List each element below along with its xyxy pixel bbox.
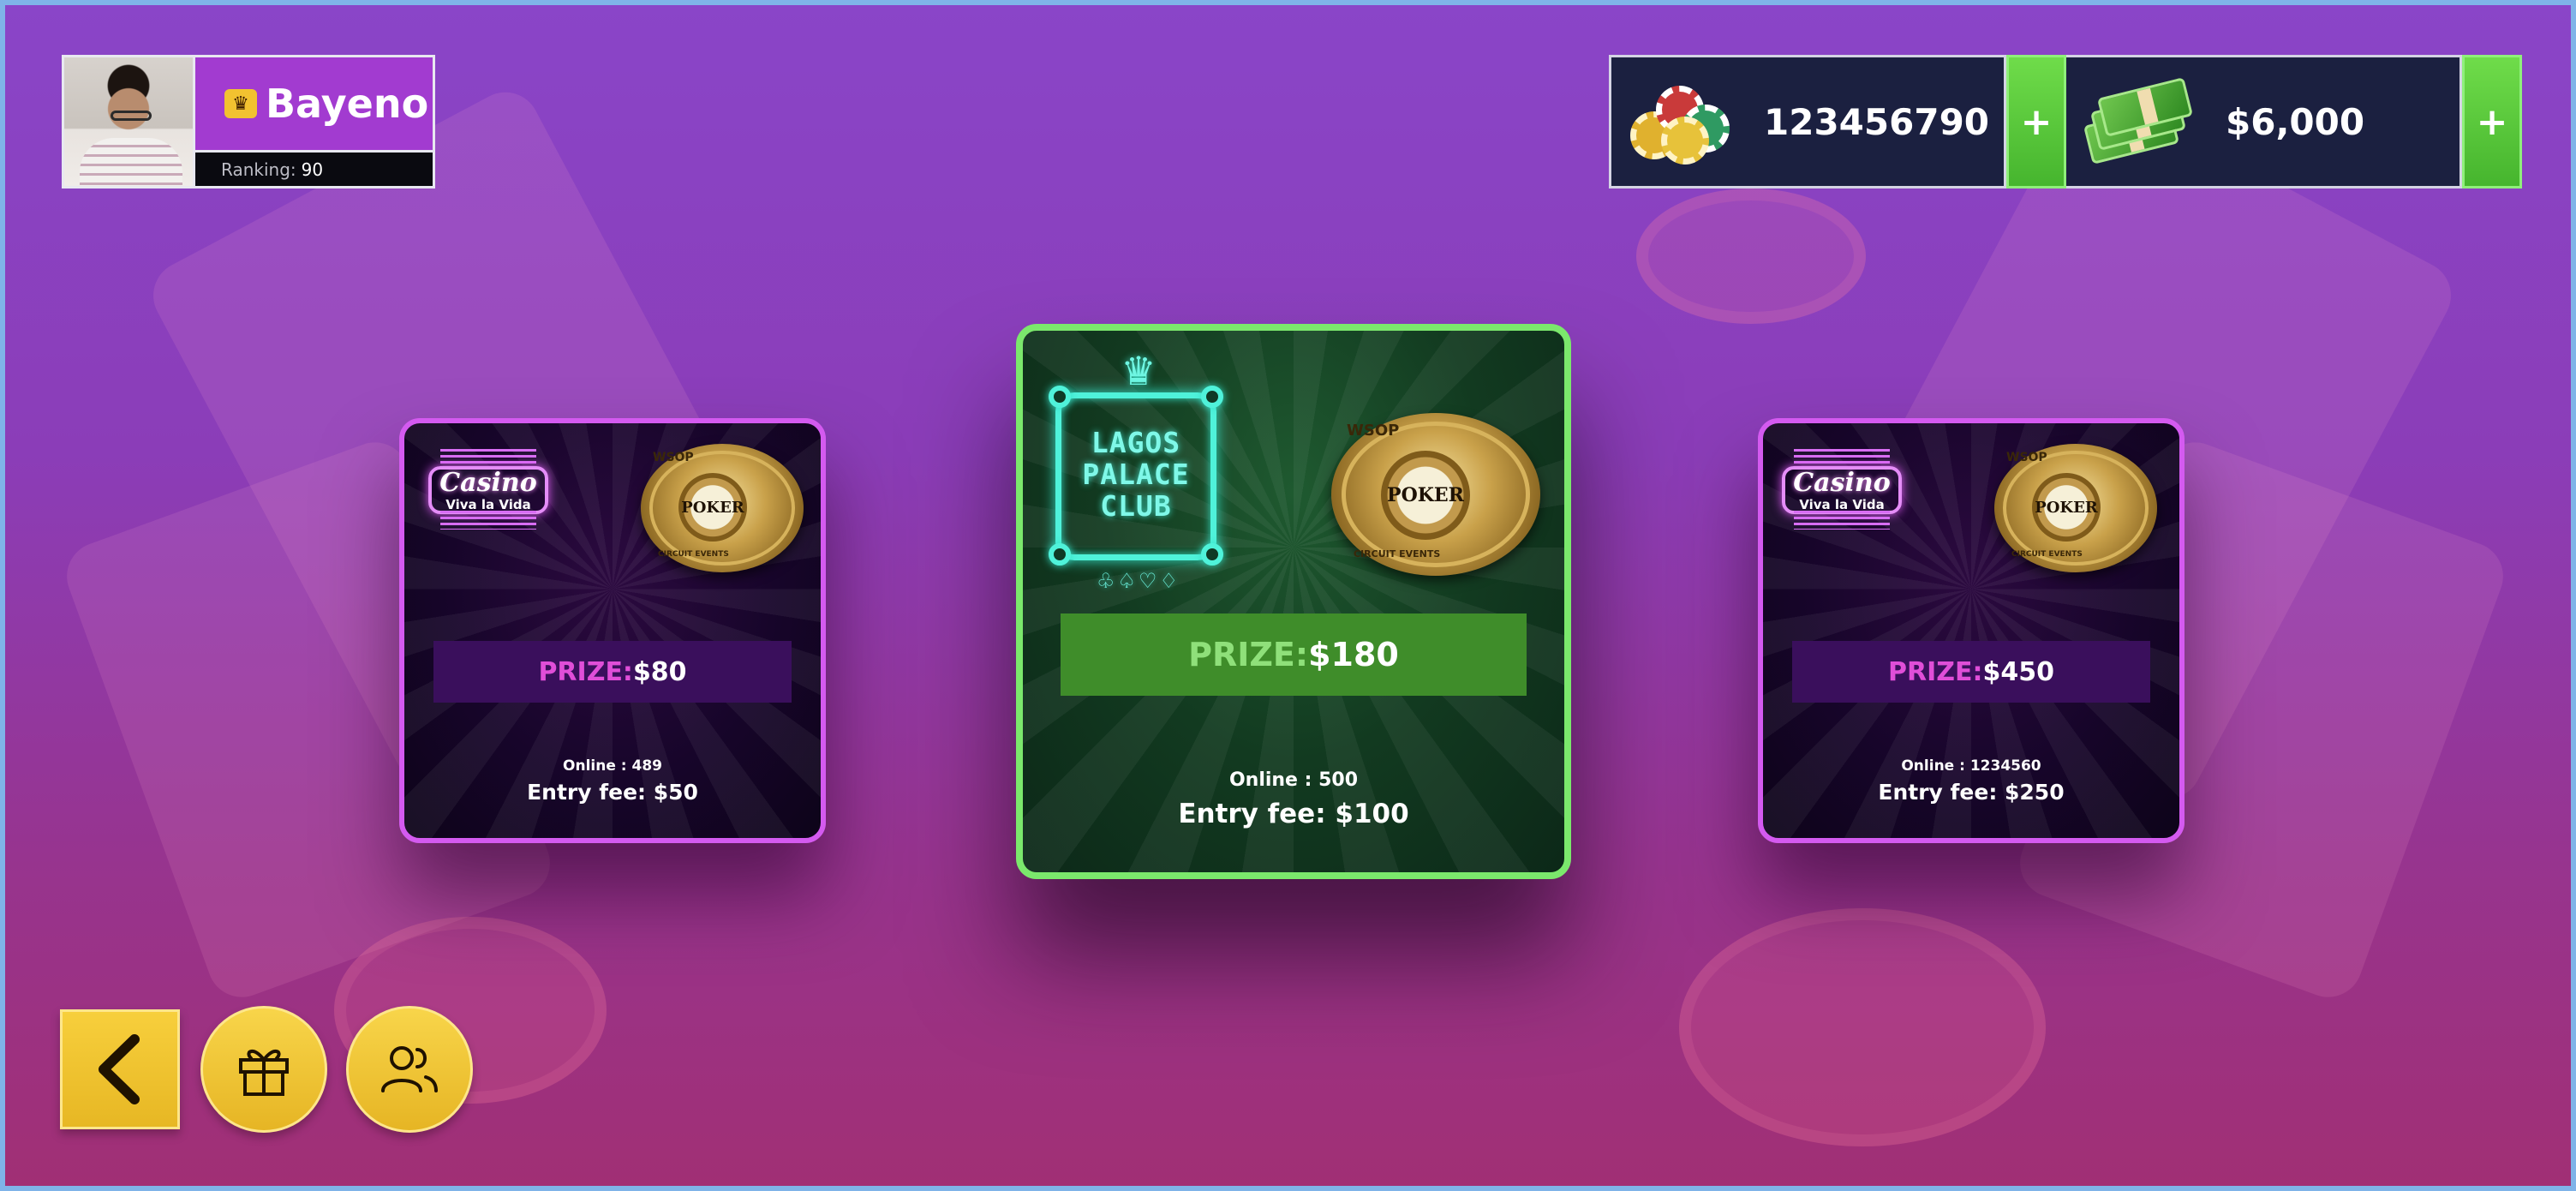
background-chip-top: [1636, 189, 1866, 324]
ring-face-text: POKER: [2035, 498, 2098, 517]
online-count: Online : 489: [563, 757, 662, 775]
lagos-line-2: PALACE: [1082, 458, 1190, 491]
casino-logo-sub: Viva la Vida: [1799, 497, 1885, 512]
wsop-ring-icon: POKER WSOP CIRCUIT EVENTS: [1331, 413, 1540, 576]
ranking-label: Ranking:: [221, 159, 296, 180]
cash-panel: $6,000: [2066, 55, 2462, 189]
table-card-3[interactable]: Casino Viva la Vida POKER WSOP CIRCUIT E…: [1758, 418, 2185, 843]
casino-logo-sub: Viva la Vida: [445, 497, 531, 512]
prize-label: PRIZE:: [1188, 636, 1309, 673]
player-name: Bayeno: [266, 81, 429, 127]
avatar-shirt: [80, 138, 182, 186]
entry-fee: Entry fee: $250: [1878, 780, 2065, 805]
casino-logo: Casino Viva la Vida: [428, 444, 548, 530]
background-chip-right: [1679, 908, 2046, 1146]
lagos-line-1: LAGOS: [1091, 426, 1181, 459]
chips-panel: 123456790: [1609, 55, 2006, 189]
crown-icon: ♛: [224, 89, 257, 118]
ring-side-text: CIRCUIT EVENTS: [2011, 550, 2083, 559]
lagos-palace-club-logo: ♛ LAGOS PALACE CLUB ♧♤♡♢: [1049, 348, 1223, 593]
player-profile[interactable]: ♛ Bayeno Ranking: 90: [62, 55, 435, 189]
cash-stack-icon: [2078, 77, 2194, 165]
ring-side-text: CIRCUIT EVENTS: [1354, 548, 1441, 560]
users-icon: [381, 1046, 438, 1092]
entry-fee: Entry fee: $50: [527, 780, 698, 805]
lagos-logo-text: LAGOS PALACE CLUB: [1055, 427, 1216, 522]
prize-label: PRIZE:: [1888, 656, 1983, 687]
wsop-ring-icon: POKER WSOP CIRCUIT EVENTS: [1994, 444, 2157, 572]
add-chips-button[interactable]: +: [2006, 55, 2066, 189]
prize-bar: PRIZE: $80: [433, 641, 792, 703]
avatar[interactable]: [62, 55, 195, 189]
player-ranking: Ranking: 90: [195, 153, 435, 189]
casino-logo-word: Casino: [439, 468, 537, 498]
chevron-left-icon: [99, 1034, 140, 1104]
gift-icon: [239, 1050, 289, 1096]
casino-logo-word: Casino: [1793, 468, 1891, 498]
prize-label: PRIZE:: [538, 656, 633, 687]
ring-top-text: WSOP: [1347, 422, 1400, 440]
friends-button[interactable]: [346, 1006, 473, 1133]
crown-icon: ♛: [1121, 348, 1157, 394]
poker-chips-icon: [1627, 79, 1743, 165]
ranking-value: 90: [301, 159, 324, 180]
table-card-1[interactable]: Casino Viva la Vida POKER WSOP CIRCUIT E…: [399, 418, 826, 843]
casino-logo: Casino Viva la Vida: [1782, 444, 1902, 530]
entry-fee: Entry fee: $100: [1178, 799, 1409, 829]
table-card-2-selected[interactable]: ♛ LAGOS PALACE CLUB ♧♤♡♢ POKER WSOP CIRC…: [1016, 324, 1571, 879]
ring-top-text: WSOP: [2006, 451, 2047, 464]
currency-bar: 123456790 + $6,000 +: [1609, 55, 2522, 189]
prize-value: $80: [632, 656, 687, 687]
ring-face-text: POKER: [1387, 484, 1464, 506]
card-suits-icon: ♧♤♡♢: [1096, 569, 1181, 593]
prize-value: $180: [1308, 636, 1399, 673]
wsop-ring-icon: POKER WSOP CIRCUIT EVENTS: [641, 444, 804, 572]
prize-bar: PRIZE: $450: [1792, 641, 2150, 703]
prize-bar: PRIZE: $180: [1061, 613, 1527, 696]
cash-value: $6,000: [2226, 100, 2365, 143]
online-count: Online : 1234560: [1901, 757, 2041, 775]
ring-top-text: WSOP: [653, 451, 694, 464]
back-button[interactable]: [60, 1009, 180, 1129]
prize-value: $450: [1982, 656, 2055, 687]
player-name-box: ♛ Bayeno: [195, 55, 435, 153]
ring-side-text: CIRCUIT EVENTS: [658, 550, 729, 559]
online-count: Online : 500: [1228, 769, 1359, 791]
chips-value: 123456790: [1764, 100, 1990, 143]
gift-button[interactable]: [200, 1006, 327, 1133]
lagos-line-3: CLUB: [1100, 489, 1172, 523]
ring-face-text: POKER: [681, 498, 744, 517]
avatar-glasses: [111, 111, 152, 121]
add-cash-button[interactable]: +: [2462, 55, 2522, 189]
